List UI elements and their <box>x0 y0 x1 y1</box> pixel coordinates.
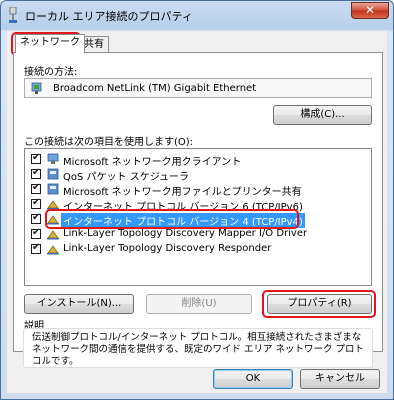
properties-window: ローカル エリア接続のプロパティ ✕ ネットワーク 共有 接続の方法: Broa… <box>0 0 394 400</box>
list-item[interactable]: Link-Layer Topology Discovery Mapper I/O… <box>27 227 371 241</box>
ok-button[interactable]: OK <box>213 369 293 389</box>
item-checkbox[interactable] <box>31 212 41 224</box>
item-checkbox[interactable] <box>31 152 41 164</box>
item-checkbox[interactable] <box>31 182 41 194</box>
window-title: ローカル エリア接続のプロパティ <box>25 10 193 23</box>
description-box: 伝送制御プロトコル/インターネット プロトコル。相互接続されたさまざまなネットワ… <box>23 328 373 368</box>
install-button[interactable]: インストール(N)... <box>24 294 134 314</box>
close-button[interactable]: ✕ <box>351 2 389 19</box>
network-card-icon <box>31 82 42 94</box>
item-label: Microsoft ネットワーク用クライアント <box>63 157 242 168</box>
adapter-name: Broadcom NetLink (TM) Gigabit Ethernet <box>53 83 257 94</box>
title-bar[interactable]: ローカル エリア接続のプロパティ ✕ <box>1 1 393 29</box>
protocol-icon <box>47 245 59 255</box>
items-label: この接続は次の項目を使用します(O): <box>24 137 194 148</box>
configure-button[interactable]: 構成(C)... <box>273 105 372 125</box>
description-text: 伝送制御プロトコル/インターネット プロトコル。相互接続されたさまざまなネットワ… <box>32 332 365 367</box>
client-icon <box>47 153 59 164</box>
dialog-client: ネットワーク 共有 接続の方法: Broadcom NetLink (TM) G… <box>7 31 387 393</box>
uninstall-button[interactable]: 削除(U) <box>146 294 252 314</box>
service-icon <box>47 183 59 195</box>
tab-sharing-label: 共有 <box>84 39 104 50</box>
ipv4-highlight-annotation <box>45 209 299 229</box>
properties-highlight-annotation <box>262 290 376 318</box>
network-tab-panel: 接続の方法: Broadcom NetLink (TM) Gigabit Eth… <box>13 52 383 352</box>
items-list[interactable]: Microsoft ネットワーク用クライアント QoS パケット スケジューラ <box>24 148 372 286</box>
item-label: Microsoft ネットワーク用ファイルとプリンター共有 <box>63 187 302 198</box>
item-label: Link-Layer Topology Discovery Responder <box>63 243 272 254</box>
list-item[interactable]: Microsoft ネットワーク用ファイルとプリンター共有 <box>27 182 371 198</box>
list-item[interactable]: Link-Layer Topology Discovery Responder <box>27 242 371 256</box>
item-label: QoS パケット スケジューラ <box>63 172 189 183</box>
network-adapter-icon <box>9 7 17 23</box>
list-item[interactable]: QoS パケット スケジューラ <box>27 167 371 183</box>
list-item[interactable]: Microsoft ネットワーク用クライアント <box>27 152 371 168</box>
close-icon: ✕ <box>364 3 376 17</box>
connect-using-label: 接続の方法: <box>24 67 78 78</box>
adapter-field: Broadcom NetLink (TM) Gigabit Ethernet <box>24 78 372 98</box>
tab-network-label: ネットワーク <box>20 37 80 48</box>
item-checkbox[interactable] <box>31 227 41 239</box>
item-checkbox[interactable] <box>31 167 41 179</box>
cancel-button[interactable]: キャンセル <box>300 369 380 389</box>
item-label: Link-Layer Topology Discovery Mapper I/O… <box>63 228 308 239</box>
item-checkbox[interactable] <box>31 242 41 254</box>
service-icon <box>47 168 59 180</box>
tab-network[interactable]: ネットワーク <box>15 34 85 53</box>
item-checkbox[interactable] <box>31 197 41 209</box>
protocol-icon <box>47 230 59 240</box>
